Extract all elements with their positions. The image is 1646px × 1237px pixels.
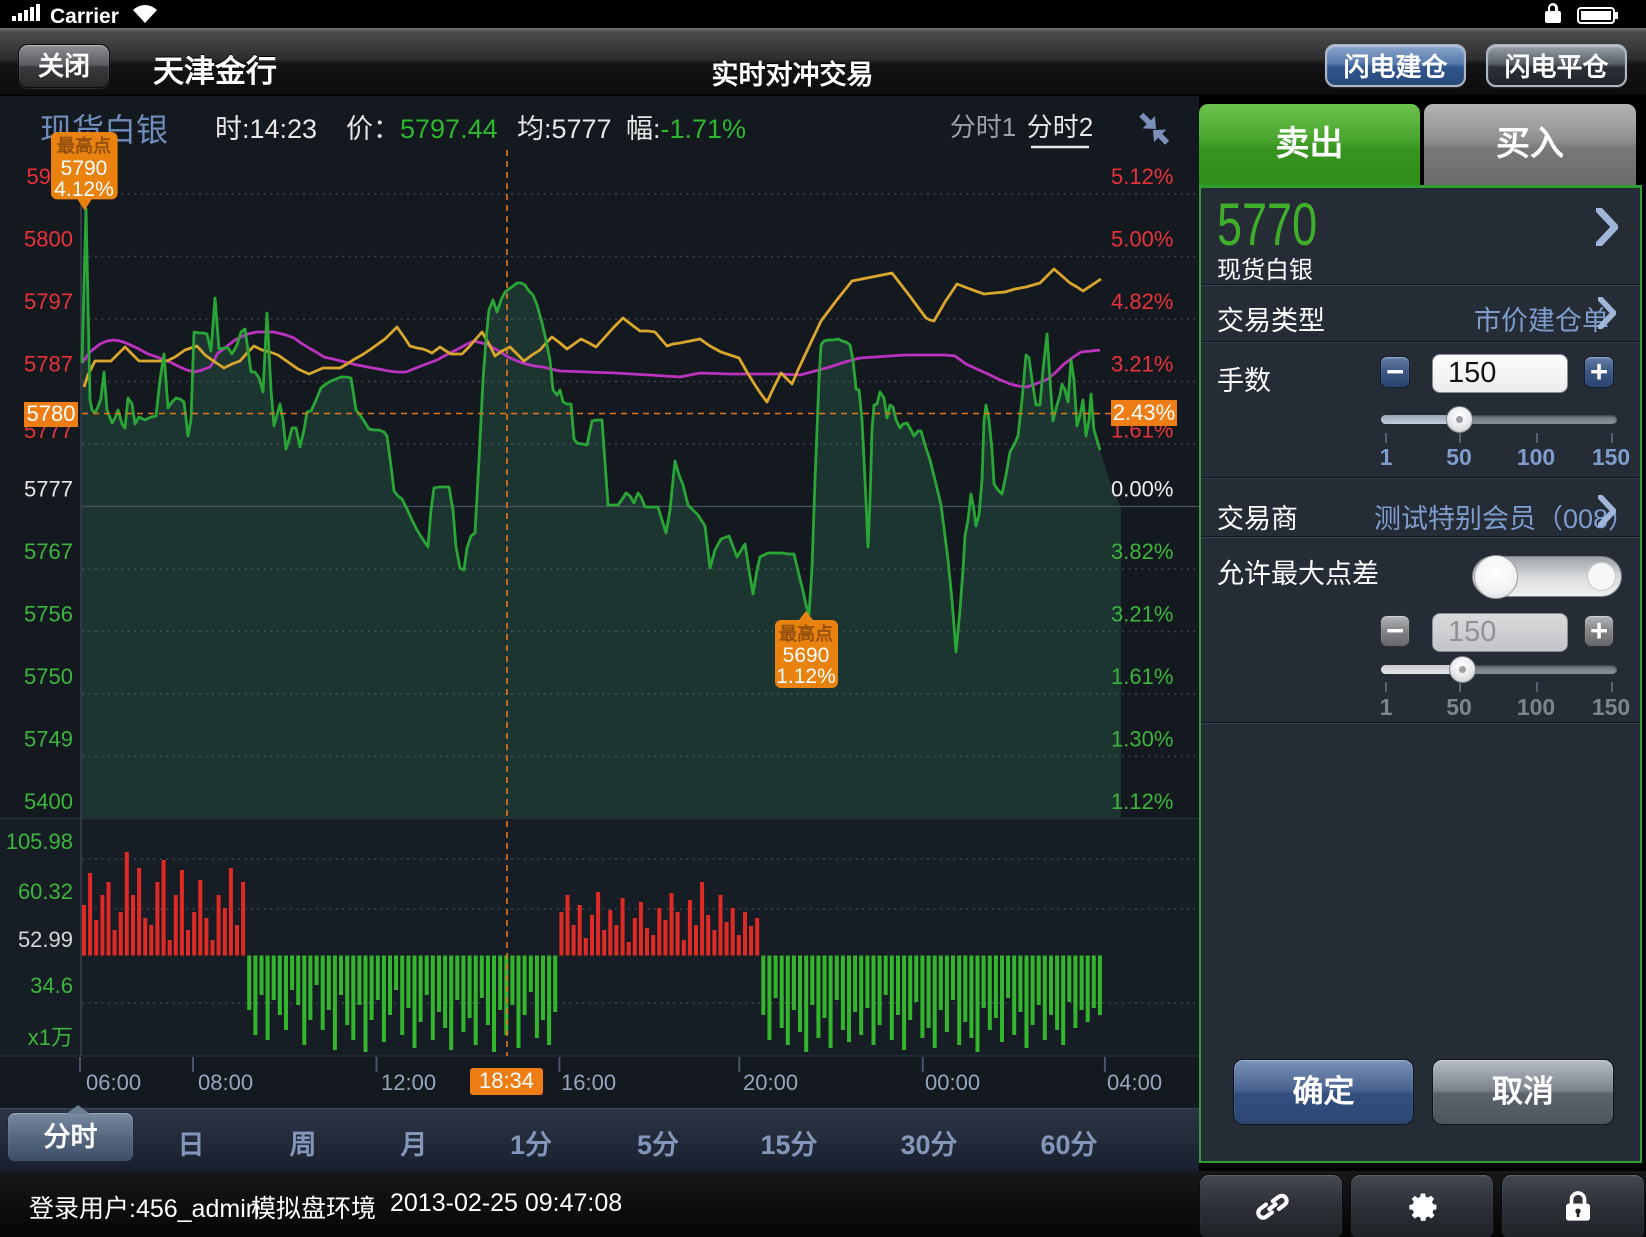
svg-text:5750: 5750: [24, 664, 73, 689]
svg-text:5787: 5787: [24, 352, 73, 377]
svg-text:5.00%: 5.00%: [1111, 227, 1173, 252]
svg-text:4.82%: 4.82%: [1111, 289, 1173, 314]
svg-text:5690: 5690: [783, 644, 830, 667]
svg-text:5400: 5400: [24, 789, 73, 814]
svg-text:2.43%: 2.43%: [1113, 400, 1175, 425]
svg-text:06:00: 06:00: [86, 1070, 141, 1095]
svg-text:16:00: 16:00: [561, 1070, 616, 1095]
svg-text:0.00%: 0.00%: [1111, 477, 1173, 502]
svg-text:60.32: 60.32: [18, 879, 73, 904]
svg-text:均:5777: 均:5777: [517, 114, 612, 144]
svg-text:00:00: 00:00: [925, 1070, 980, 1095]
svg-text:5.12%: 5.12%: [1111, 164, 1173, 189]
svg-text:1.12%: 1.12%: [776, 665, 836, 688]
svg-text:18:34: 18:34: [479, 1068, 534, 1093]
svg-text:5756: 5756: [24, 602, 73, 627]
svg-text:分时1: 分时1: [950, 112, 1016, 142]
svg-text:59: 59: [27, 164, 51, 189]
svg-text:1.30%: 1.30%: [1111, 727, 1173, 752]
svg-text:最高点: 最高点: [57, 135, 111, 156]
svg-text:1.61%: 1.61%: [1111, 664, 1173, 689]
svg-text:3.82%: 3.82%: [1111, 539, 1173, 564]
svg-text:20:00: 20:00: [743, 1070, 798, 1095]
svg-text:最高点: 最高点: [779, 623, 833, 644]
svg-text:04:00: 04:00: [1107, 1070, 1162, 1095]
svg-text:5780: 5780: [27, 401, 76, 426]
svg-text:52.99: 52.99: [18, 927, 73, 952]
svg-text:5797: 5797: [24, 289, 73, 314]
svg-text:34.6: 34.6: [30, 973, 73, 998]
svg-text:12:00: 12:00: [381, 1070, 436, 1095]
svg-text:分时2: 分时2: [1027, 112, 1093, 142]
svg-text:3.21%: 3.21%: [1111, 602, 1173, 627]
svg-text:5790: 5790: [61, 157, 108, 180]
svg-text:幅:-1.71%: 幅:-1.71%: [626, 114, 746, 144]
svg-text:时:14:23: 时:14:23: [215, 114, 317, 144]
svg-text:5767: 5767: [24, 539, 73, 564]
svg-text:价：5797.44: 价：5797.44: [346, 114, 498, 144]
svg-text:105.98: 105.98: [6, 829, 73, 854]
svg-text:Carrier: Carrier: [50, 5, 119, 28]
svg-text:08:00: 08:00: [198, 1070, 253, 1095]
svg-text:x1万: x1万: [28, 1025, 73, 1050]
svg-text:5800: 5800: [24, 227, 73, 252]
svg-text:3.21%: 3.21%: [1111, 352, 1173, 377]
svg-text:4.12%: 4.12%: [54, 178, 114, 201]
svg-text:5749: 5749: [24, 727, 73, 752]
svg-text:1.12%: 1.12%: [1111, 789, 1173, 814]
svg-text:5777: 5777: [24, 477, 73, 502]
